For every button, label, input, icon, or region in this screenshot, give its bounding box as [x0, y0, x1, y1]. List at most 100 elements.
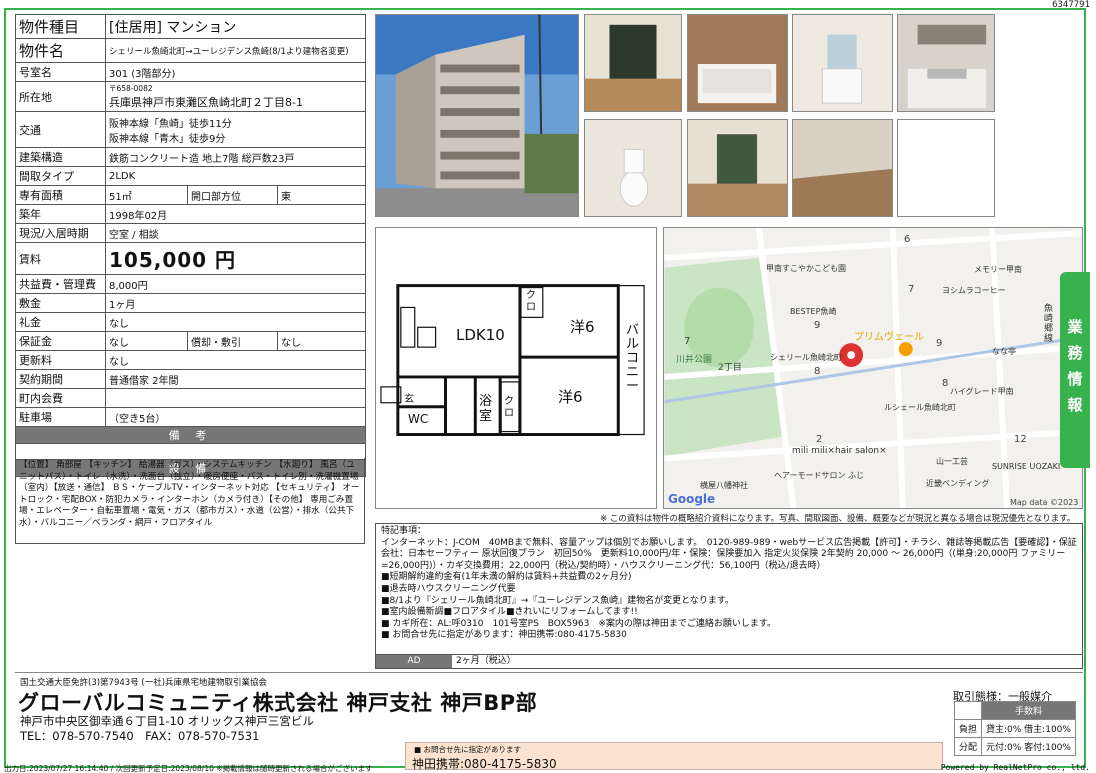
town-fee-label: 町内会費: [15, 388, 106, 408]
parking-label: 駐車場: [15, 407, 106, 427]
town-fee-value: [104, 388, 367, 408]
building-photo[interactable]: [375, 14, 579, 217]
amortization-value: なし: [276, 331, 367, 351]
map-label-road: 魚崎郷線: [1044, 304, 1054, 344]
status-value: 空室 / 相談: [104, 223, 367, 243]
built-value: 1998年02月: [104, 204, 367, 224]
map-label-nanatei: なな亭: [992, 347, 1016, 356]
map-block-6: 6: [904, 234, 911, 245]
map-block-7: 7: [908, 284, 915, 295]
powered-by: Powered by RealNetPro co., ltd.: [940, 763, 1090, 772]
amortization-label: 償却・敷引: [187, 331, 278, 351]
bathroom-photo[interactable]: [687, 14, 788, 112]
contact-note: ■ お問合せ先に指定があります: [414, 745, 521, 754]
map-attribution: Map data ©2023: [1010, 498, 1079, 507]
map-label-target-building: シェリール魚崎北町: [770, 353, 842, 362]
common-fee-label: 共益費・管理費: [15, 274, 106, 294]
status-label: 現況/入居時期: [15, 223, 106, 243]
room-photo-3[interactable]: [792, 119, 893, 217]
map-label-hair-salon: mili mili×hair salon×: [792, 446, 887, 456]
fee-table: 手数料 負担 貸主:0% 借主:100% 分配 元付:0% 客付:100%: [953, 701, 1076, 756]
property-info-table: 物件種目 [住居用] マンション 物件名 シェリール魚崎北町→ユーレジデンス魚崎(8…: [14, 14, 367, 477]
remarks-line-4: ■8/1より『シェリール魚崎北町』→『ユーレジデンス魚崎』建物名が変更となります…: [381, 595, 735, 606]
key-money-label: 礼金: [15, 312, 106, 332]
address-value: 兵庫県神戸市東灘区魚崎北町２丁目8-1: [109, 96, 303, 109]
area-value: 51㎡: [105, 185, 188, 205]
rent-value: 105,000 円: [104, 242, 367, 275]
map-label-yamaichi: 山一工芸: [936, 457, 968, 466]
access-line-2: 阪神本線「青木」徒歩9分: [109, 133, 226, 145]
closet-label-2: クロ: [504, 396, 514, 419]
renewal-label: 更新料: [15, 350, 106, 370]
map-label-chome: 2丁目: [718, 363, 742, 373]
remarks-header: 備 考: [14, 426, 367, 444]
split-value: 元付:0% 客付:100%: [981, 737, 1076, 756]
map-block-9: 9: [814, 320, 821, 331]
remarks-line-3: ■退去時ハウスクリーニング代要: [381, 583, 516, 594]
google-logo: Google: [668, 492, 716, 506]
remarks-line-5: ■室内設備新調■フロアタイル■きれいにリフォームしてます!!: [381, 607, 638, 618]
kitchen-photo[interactable]: [897, 14, 995, 112]
contract-label: 契約期間: [15, 369, 106, 389]
map-label-kinki-vending: 近畿ベンディング: [926, 479, 990, 488]
ad-value: 2ヶ月（税込）: [456, 656, 516, 666]
access-label: 交通: [15, 111, 106, 148]
map-block-8: 8: [814, 366, 821, 377]
contact-phone: 神田携帯:080-4175-5830: [412, 757, 557, 771]
bath-label: 浴室: [479, 394, 493, 424]
map-label-luchere: ルシェール魚崎北町: [884, 403, 956, 412]
ad-bar: AD 2ヶ月（税込）: [375, 655, 1083, 669]
washroom-photo[interactable]: [792, 14, 893, 112]
map-label-sunrise: SUNRISE UOZAKI: [992, 462, 1061, 471]
map-block-12: 12: [1014, 434, 1027, 445]
remarks-line-0: 特記事項：: [381, 526, 427, 536]
deposit-value: 1ヶ月: [104, 293, 367, 313]
wc-label: WC: [408, 412, 429, 426]
entrance-label: 玄: [404, 394, 414, 405]
map-label-memory: メモリー甲南: [974, 265, 1022, 274]
burden-value: 貸主:0% 借主:100%: [981, 719, 1076, 738]
type-label: 物件種目: [15, 14, 106, 39]
key-money-value: なし: [104, 312, 367, 332]
remarks-line-7: ■ お問合せ先に指定があります：神田携帯:080-4175-5830: [381, 630, 627, 641]
business-info-tab[interactable]: 業務情報: [1060, 272, 1090, 468]
structure-value: 鉄筋コンクリート造 地上7階 総戸数23戸: [104, 147, 367, 167]
empty-photo-slot: [897, 119, 995, 217]
toilet-photo[interactable]: [584, 119, 682, 217]
map-label-shrine: 横屋八幡神社: [700, 481, 748, 490]
parking-value: （空き5台）: [104, 407, 367, 427]
company-tel-fax: TEL：078-570-7540 FAX：078-570-7531: [20, 729, 260, 743]
burden-label: 負担: [953, 719, 983, 738]
name-label: 物件名: [15, 38, 106, 63]
access-line-1: 阪神本線「魚崎」徒歩11分: [109, 118, 232, 130]
map-block-2: 2: [816, 434, 823, 445]
postal-code: 〒658-0082: [109, 84, 153, 93]
deposit-label: 敷金: [15, 293, 106, 313]
renewal-value: なし: [104, 350, 367, 370]
room-photo-2[interactable]: [687, 119, 788, 217]
room-2-label: 洋6: [558, 388, 583, 406]
area-label: 専有面積: [15, 185, 106, 205]
floorplan: LDK10 洋6 洋6 バルコニー クロ クロ 玄 WC 浴室: [375, 227, 657, 509]
location-map[interactable]: 6 7 9 9 7 8 8 2 12 甲南すこやかこども園 メモリー甲南 ヨシム…: [663, 227, 1083, 509]
balcony-label: バルコニー: [626, 323, 640, 394]
map-label-bestep: BESTEP魚崎: [790, 307, 837, 316]
special-remarks: 特記事項： インターネット：J-COM 40MBまで無料、容量アップは個別でお願…: [375, 523, 1083, 655]
map-block-8-right: 8: [942, 378, 949, 389]
floorplan-drawing: [380, 284, 645, 437]
split-label: 分配: [953, 737, 983, 756]
output-timestamp: 出力日:2023/07/27 16:14:40 / 次回更新予定日:2023/0…: [4, 764, 373, 773]
map-label-primevert: プリムヴェール: [854, 332, 924, 343]
guarantee-value: なし: [105, 331, 188, 351]
room-photo-1[interactable]: [584, 14, 682, 112]
contract-value: 普通借家 2年間: [104, 369, 367, 389]
equipment-text: 【位置】 角部屋 【キッチン】 給湯器（ガス）・システムキッチン 【水廻り】 風…: [15, 458, 365, 544]
company-address: 神戸市中央区御幸通６丁目1-10 オリックス神戸三宮ビル: [20, 714, 314, 728]
map-block-7-left: 7: [684, 336, 691, 347]
map-label-park: 川井公園: [676, 355, 713, 365]
map-block-9-right: 9: [936, 338, 943, 349]
document-id: 6347791: [1052, 0, 1090, 10]
remarks-line-2: ■短期解約違約金有(1年未満の解約は賃料+共益費の2ヶ月分): [381, 572, 632, 583]
layout-value: 2LDK: [104, 166, 367, 186]
map-label-hairmode: ヘアーモードサロン ふじ: [774, 471, 865, 480]
